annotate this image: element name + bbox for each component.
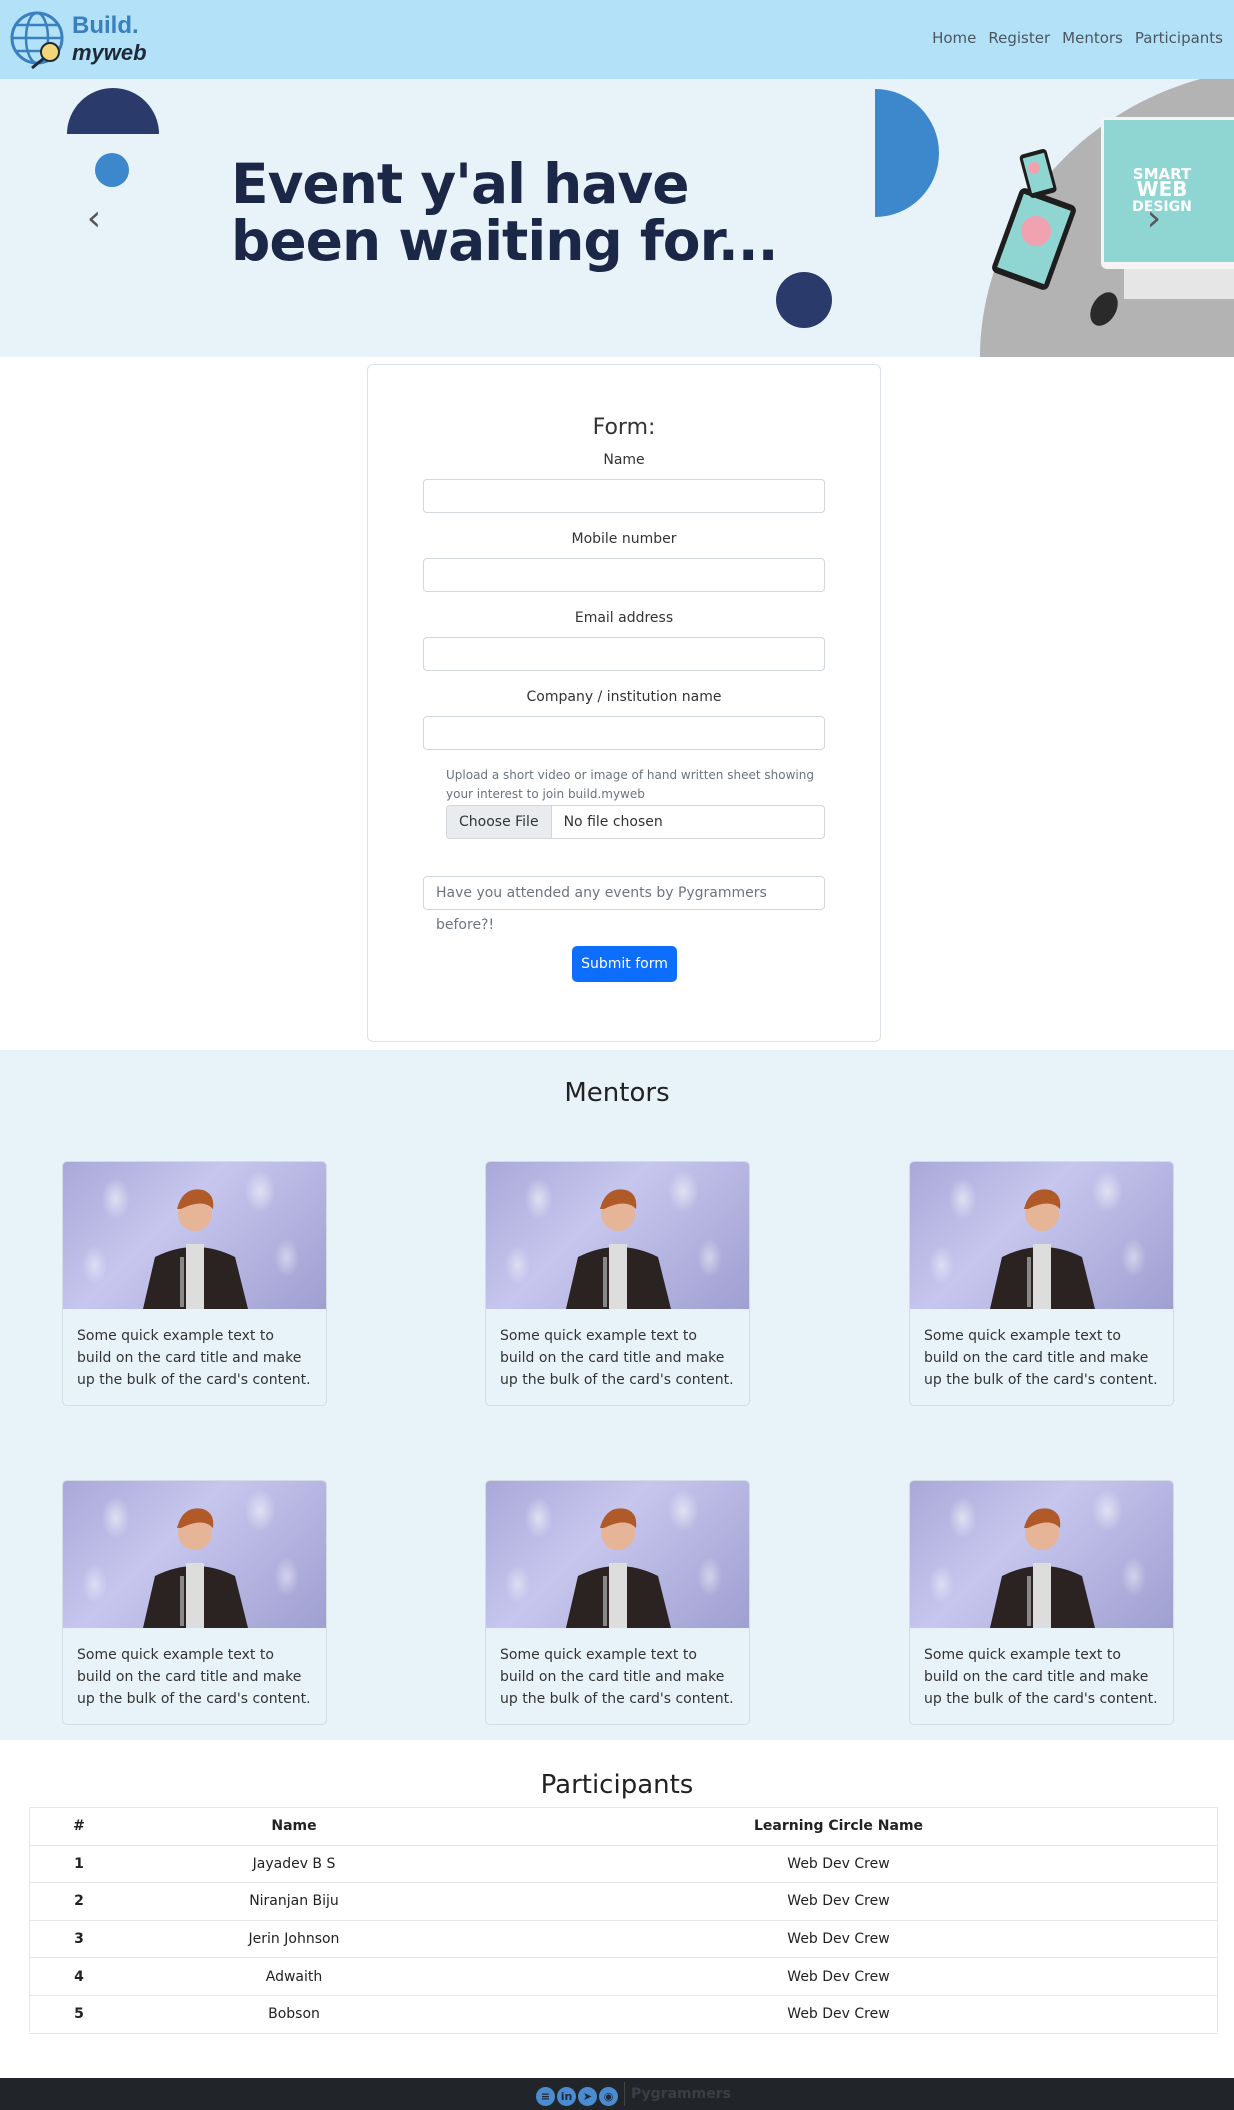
row-name: Jayadev B S (129, 1844, 459, 1883)
row-name: Adwaith (129, 1957, 459, 1996)
row-circle: Web Dev Crew (459, 1994, 1218, 2034)
brand-logo[interactable]: Build. myweb (10, 10, 147, 70)
mentor-card-text: Some quick example text to build on the … (500, 1328, 734, 1388)
table-row: 5 Bobson Web Dev Crew (29, 1994, 1218, 2034)
mobile-input[interactable] (423, 558, 825, 592)
row-circle: Web Dev Crew (459, 1844, 1218, 1883)
table-row: 4 Adwaith Web Dev Crew (29, 1957, 1218, 1996)
nav-link-register[interactable]: Register (982, 29, 1056, 47)
row-number: 5 (29, 1994, 129, 2034)
hero-headline-line1: Event y'al have (231, 152, 690, 216)
devices-illustration: SMART WEB DESIGN (992, 117, 1234, 326)
brand-line1: Build. (72, 12, 139, 39)
mentor-photo (486, 1481, 749, 1628)
hero-headline-line2: been waiting for... (231, 209, 779, 273)
monitor-text-2: WEB (1137, 177, 1188, 201)
mentor-card-text: Some quick example text to build on the … (500, 1647, 734, 1707)
carousel-next-button[interactable]: › (1139, 199, 1169, 239)
mentors-section: Mentors Some quick example text to build… (0, 1050, 1234, 1740)
row-number: 4 (29, 1957, 129, 1996)
row-number: 2 (29, 1882, 129, 1921)
brand-line2: myweb (72, 40, 147, 65)
hero-carousel: SMART WEB DESIGN Event y'al have been wa… (0, 79, 1234, 357)
mentor-card: Some quick example text to build on the … (62, 1161, 327, 1406)
row-name: Niranjan Biju (129, 1882, 459, 1921)
mentor-photo (910, 1162, 1173, 1309)
mentor-card: Some quick example text to build on the … (62, 1480, 327, 1725)
choose-file-button[interactable]: Choose File (447, 806, 552, 838)
name-label: Name (603, 452, 645, 468)
column-header-number: # (29, 1807, 129, 1846)
mobile-label: Mobile number (571, 531, 677, 547)
mentor-figure (990, 1508, 1095, 1628)
email-input[interactable] (423, 637, 825, 671)
email-label: Email address (574, 610, 674, 626)
hero-headline: Event y'al have been waiting for... (231, 152, 779, 273)
company-input[interactable] (423, 716, 825, 750)
footer: ≡ in ➤ ◉ Pygrammers (0, 2078, 1234, 2110)
participants-title: Participants (540, 1770, 694, 1800)
footer-brand[interactable]: Pygrammers (631, 2086, 731, 2102)
mentor-figure (143, 1189, 248, 1309)
participants-table: # Name Learning Circle Name 1 Jayadev B … (29, 1807, 1218, 2034)
mentor-figure (566, 1508, 671, 1628)
navbar: Build. myweb Home Register Mentors Parti… (0, 0, 1234, 79)
mentors-title: Mentors (564, 1078, 670, 1108)
globe-icon (10, 11, 64, 70)
mentor-card-text: Some quick example text to build on the … (924, 1328, 1158, 1388)
mentor-photo (910, 1481, 1173, 1628)
column-header-name: Name (129, 1807, 459, 1846)
mentor-figure (990, 1189, 1095, 1309)
footer-divider (624, 2082, 625, 2106)
row-circle: Web Dev Crew (459, 1957, 1218, 1996)
form-title: Form: (592, 415, 656, 440)
table-row: 2 Niranjan Biju Web Dev Crew (29, 1882, 1218, 1921)
mentor-card: Some quick example text to build on the … (485, 1480, 750, 1725)
nav-links: Home Register Mentors Participants (926, 29, 1229, 47)
mentor-card: Some quick example text to build on the … (909, 1161, 1174, 1406)
mentor-photo (63, 1481, 326, 1628)
instagram-icon[interactable]: ◉ (599, 2087, 618, 2106)
mentor-figure (143, 1508, 248, 1628)
chevron-right-icon: › (1146, 198, 1162, 239)
mentor-photo (63, 1162, 326, 1309)
mentor-card: Some quick example text to build on the … (909, 1480, 1174, 1725)
file-status: No file chosen (563, 814, 663, 830)
table-header-row: # Name Learning Circle Name (29, 1807, 1218, 1846)
mentor-card-text: Some quick example text to build on the … (77, 1647, 311, 1707)
column-header-circle: Learning Circle Name (459, 1807, 1218, 1846)
mentor-figure (566, 1189, 671, 1309)
nav-link-participants[interactable]: Participants (1129, 29, 1229, 47)
nav-link-home[interactable]: Home (926, 29, 982, 47)
mentor-card-text: Some quick example text to build on the … (924, 1647, 1158, 1707)
table-row: 3 Jerin Johnson Web Dev Crew (29, 1919, 1218, 1958)
company-label: Company / institution name (526, 689, 722, 705)
events-question-input[interactable]: Have you attended any events by Pygramme… (423, 876, 825, 933)
row-name: Jerin Johnson (129, 1919, 459, 1958)
nav-link-mentors[interactable]: Mentors (1056, 29, 1129, 47)
submit-form-button[interactable]: Submit form (572, 946, 677, 982)
row-circle: Web Dev Crew (459, 1882, 1218, 1921)
row-number: 3 (29, 1919, 129, 1958)
carousel-prev-button[interactable]: ‹ (79, 199, 109, 239)
registration-form: Form: Name Mobile number Email address C… (367, 364, 881, 1042)
linkedin-icon[interactable]: in (557, 2087, 576, 2106)
mentor-card-text: Some quick example text to build on the … (77, 1328, 311, 1388)
name-input[interactable] (423, 479, 825, 513)
mentor-card: Some quick example text to build on the … (485, 1161, 750, 1406)
telegram-icon[interactable]: ➤ (578, 2087, 597, 2106)
row-number: 1 (29, 1844, 129, 1883)
spotify-icon[interactable]: ≡ (536, 2087, 555, 2106)
row-name: Bobson (129, 1994, 459, 2034)
table-row: 1 Jayadev B S Web Dev Crew (29, 1844, 1218, 1883)
file-upload-input[interactable]: Choose File No file chosen (446, 805, 825, 839)
mentor-photo (486, 1162, 749, 1309)
upload-help-text: Upload a short video or image of hand wr… (446, 768, 814, 801)
chevron-left-icon: ‹ (86, 198, 102, 239)
row-circle: Web Dev Crew (459, 1919, 1218, 1958)
